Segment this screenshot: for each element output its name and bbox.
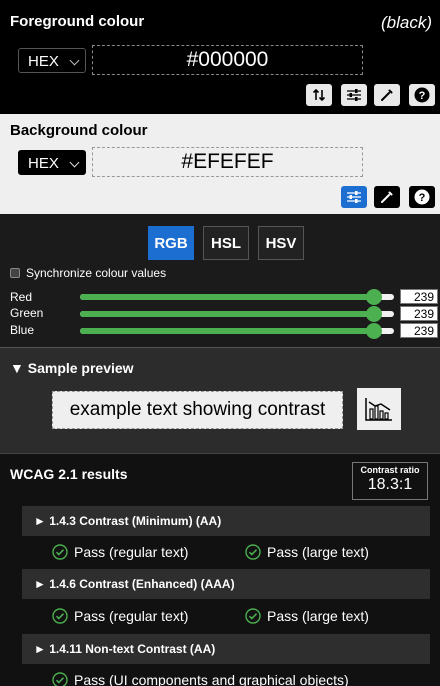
red-slider-fill — [80, 294, 375, 300]
foreground-eyedropper-button[interactable] — [374, 84, 400, 106]
foreground-title: Foreground colour — [10, 13, 145, 30]
background-help-button[interactable]: ? — [409, 186, 435, 208]
help-icon: ? — [414, 87, 430, 103]
background-section: Background colour HEX #EFEFEF ? — [0, 114, 440, 214]
sample-preview-section: ▼ Sample preview example text showing co… — [0, 347, 440, 453]
foreground-color-name: (black) — [380, 13, 432, 32]
chevron-down-icon — [69, 55, 80, 66]
blue-slider-fill — [80, 328, 375, 334]
foreground-help-button[interactable]: ? — [409, 84, 435, 106]
sample-text-box: example text showing contrast — [52, 391, 343, 429]
red-label: Red — [10, 290, 33, 304]
pass-result-label: Pass (large text) — [267, 608, 369, 624]
check-circle-icon — [52, 544, 68, 560]
check-circle-icon — [245, 608, 261, 624]
foreground-color-input[interactable]: #000000 — [92, 45, 363, 75]
pass-result-label: Pass (large text) — [267, 544, 369, 560]
check-circle-icon — [52, 608, 68, 624]
criterion-1-4-3[interactable]: ► 1.4.3 Contrast (Minimum) (AA) — [22, 506, 430, 536]
check-circle-icon — [245, 544, 261, 560]
criterion-1-4-11[interactable]: ► 1.4.11 Non-text Contrast (AA) — [22, 634, 430, 664]
green-slider-thumb[interactable] — [366, 306, 383, 322]
background-format-select[interactable]: HEX — [18, 150, 86, 175]
criterion-1-4-6[interactable]: ► 1.4.6 Contrast (Enhanced) (AAA) — [22, 569, 430, 599]
pass-result-label: Pass (UI components and graphical object… — [74, 672, 349, 686]
background-color-input[interactable]: #EFEFEF — [92, 147, 363, 177]
pass-result: Pass (large text) — [245, 608, 369, 624]
blue-label: Blue — [10, 323, 35, 337]
tab-hsv[interactable]: HSV — [258, 226, 304, 260]
contrast-ratio-label: Contrast ratio — [360, 465, 420, 475]
blue-slider-thumb[interactable] — [366, 323, 383, 339]
pass-result: Pass (regular text) — [52, 608, 188, 624]
sync-checkbox[interactable] — [10, 268, 20, 278]
green-label: Green — [10, 306, 44, 320]
contrast-ratio-box: Contrast ratio 18.3:1 — [352, 462, 428, 500]
pass-result: Pass (UI components and graphical object… — [52, 672, 349, 686]
svg-text:?: ? — [419, 192, 426, 204]
eyedropper-icon — [381, 191, 393, 203]
pass-result: Pass (large text) — [245, 544, 369, 560]
foreground-format-select[interactable]: HEX — [18, 48, 86, 73]
wcag-results-section: WCAG 2.1 results Contrast ratio 18.3:1 ►… — [0, 453, 440, 686]
swap-colors-button[interactable] — [306, 84, 332, 106]
red-slider[interactable] — [80, 289, 394, 305]
tab-hsl[interactable]: HSL — [203, 226, 249, 260]
green-slider-fill — [80, 311, 375, 317]
contrast-ratio-value: 18.3:1 — [367, 476, 413, 493]
pass-result: Pass (regular text) — [52, 544, 188, 560]
background-eyedropper-button[interactable] — [374, 186, 400, 208]
blue-value-input[interactable]: 239 — [400, 323, 438, 338]
pass-result-label: Pass (regular text) — [74, 544, 189, 560]
chart-graphic-icon — [365, 398, 392, 421]
tab-rgb[interactable]: RGB — [148, 226, 194, 260]
red-value-input[interactable]: 239 — [400, 289, 438, 304]
sample-graphic-box — [357, 388, 401, 430]
foreground-section: Foreground colour (black) HEX #000000 ? — [0, 0, 440, 114]
background-format-value: HEX — [28, 155, 59, 172]
svg-text:?: ? — [419, 90, 426, 102]
blue-slider[interactable] — [80, 323, 394, 339]
swap-arrows-icon — [312, 88, 326, 102]
color-sliders-section: RGB HSL HSV Synchronize colour values Re… — [0, 214, 440, 347]
chevron-down-icon — [69, 157, 80, 168]
background-title: Background colour — [10, 122, 148, 139]
check-circle-icon — [52, 672, 68, 686]
wcag-title: WCAG 2.1 results — [10, 466, 128, 482]
pass-result-label: Pass (regular text) — [74, 608, 189, 624]
sync-label: Synchronize colour values — [26, 266, 167, 280]
sample-preview-toggle[interactable]: ▼ Sample preview — [10, 360, 134, 376]
background-sliders-button[interactable] — [341, 186, 367, 208]
help-icon: ? — [414, 189, 430, 205]
green-slider[interactable] — [80, 306, 394, 322]
eyedropper-icon — [381, 89, 393, 101]
foreground-format-value: HEX — [28, 53, 59, 70]
sliders-icon — [347, 191, 361, 203]
red-slider-thumb[interactable] — [366, 289, 383, 305]
green-value-input[interactable]: 239 — [400, 306, 438, 321]
foreground-sliders-button[interactable] — [341, 84, 367, 106]
sliders-icon — [347, 89, 361, 101]
